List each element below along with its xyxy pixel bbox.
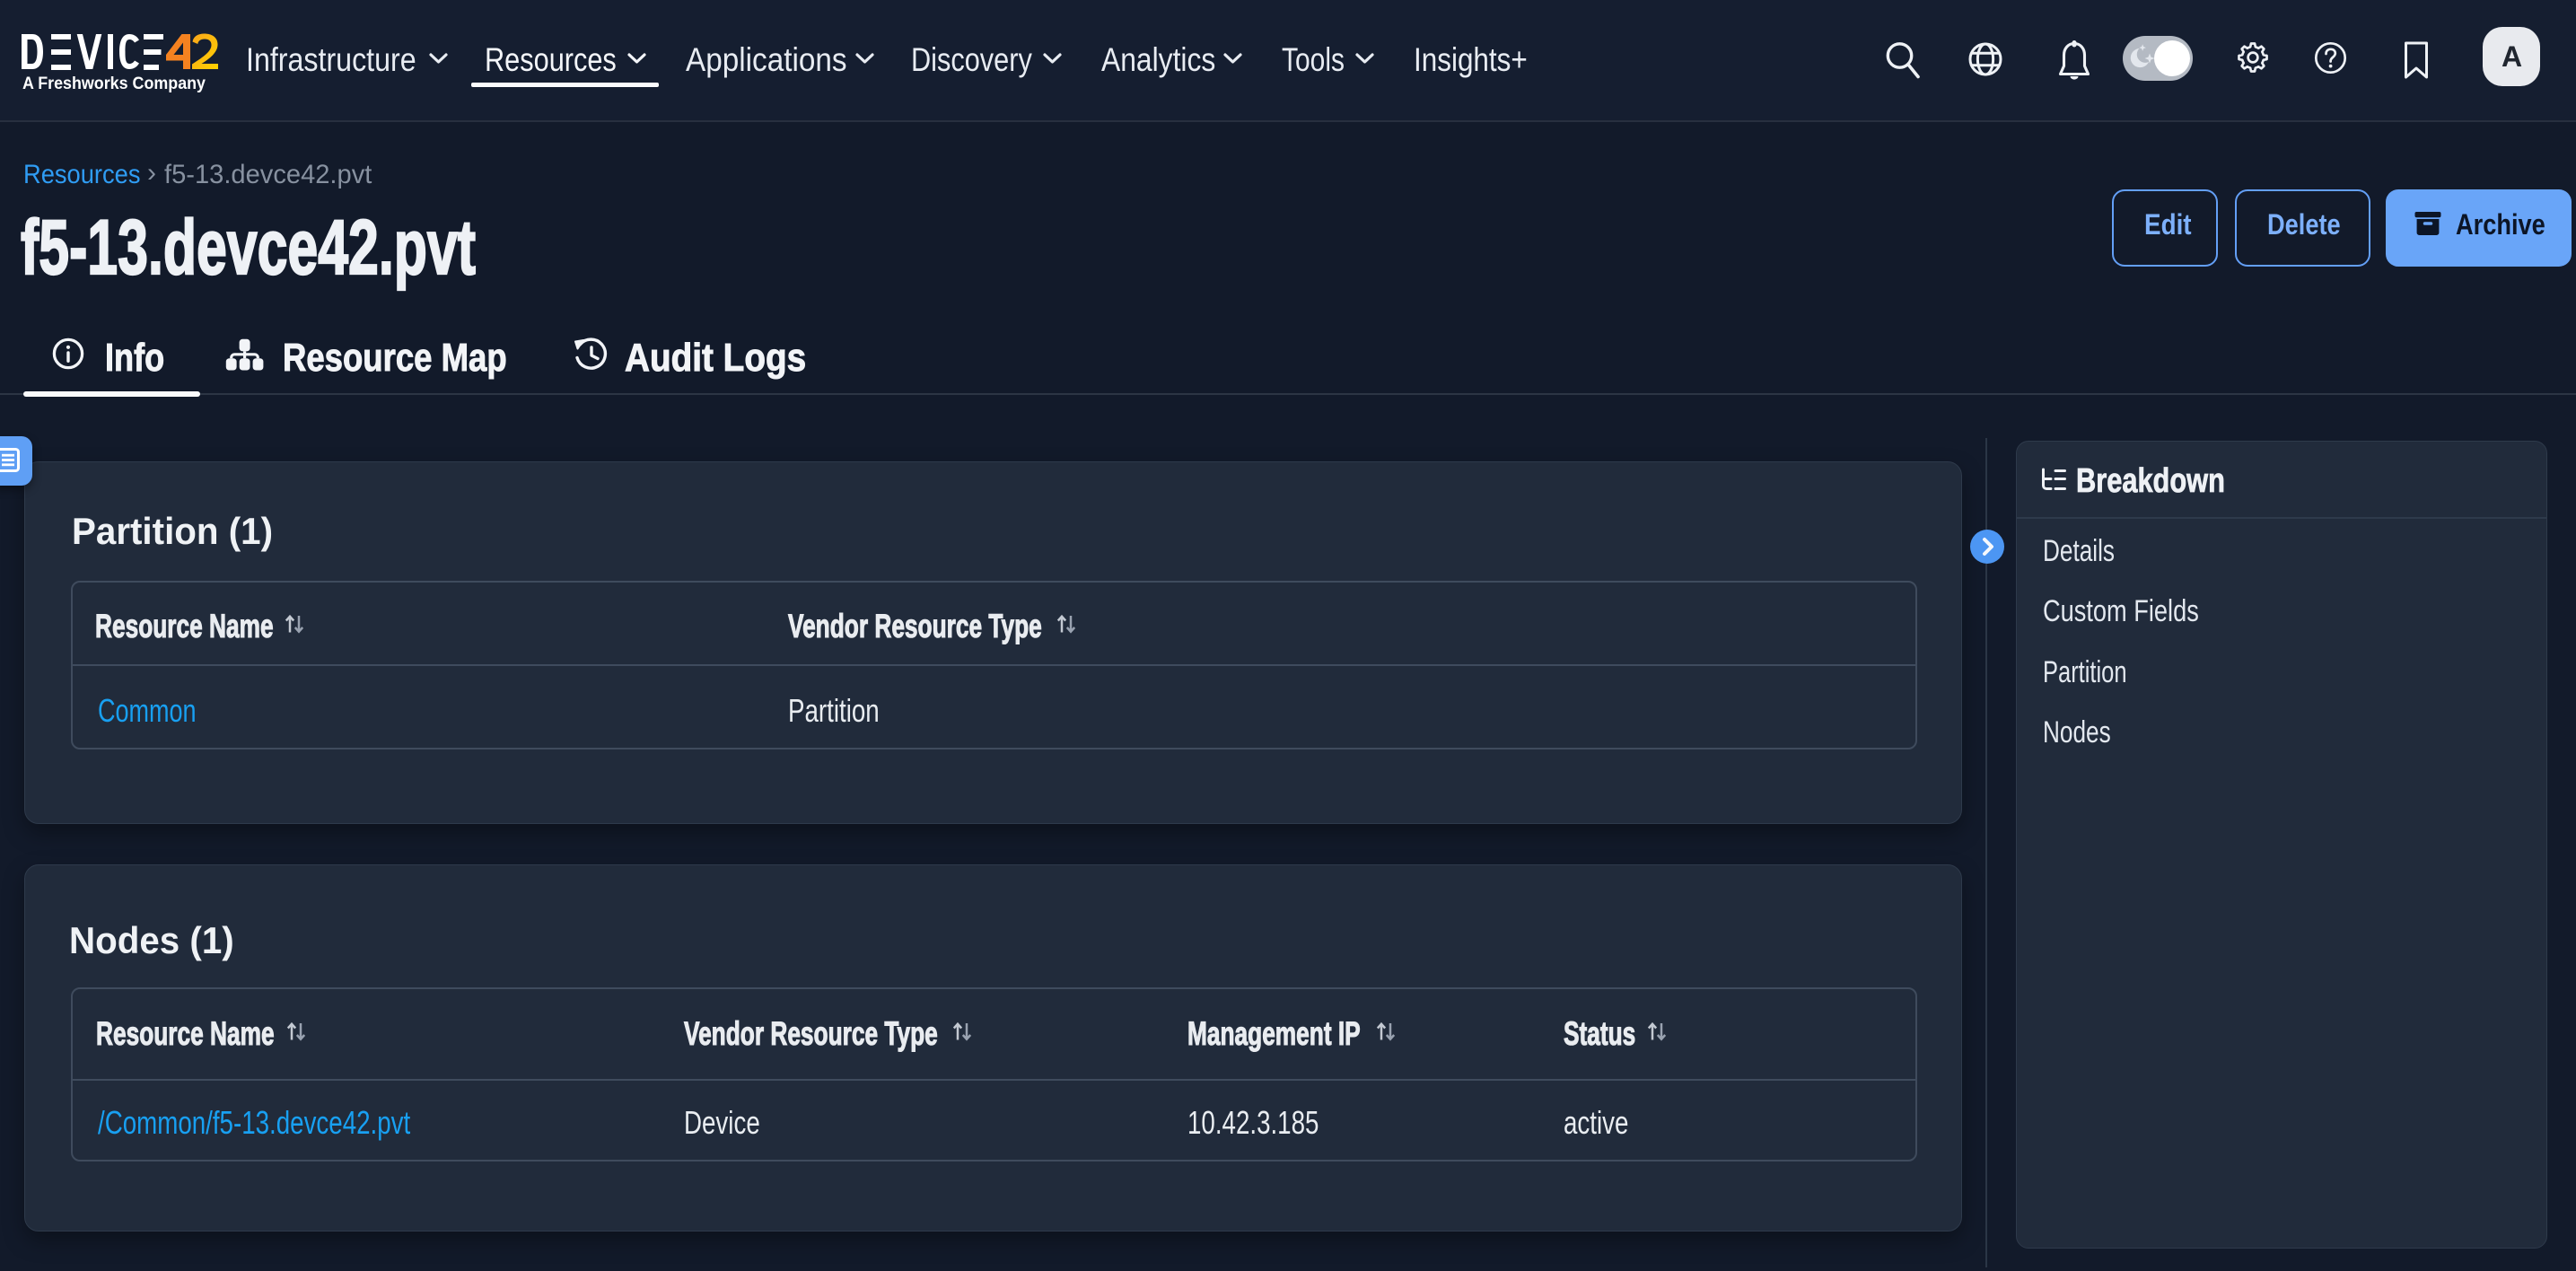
svg-text:A Freshworks Company: A Freshworks Company — [22, 75, 206, 93]
